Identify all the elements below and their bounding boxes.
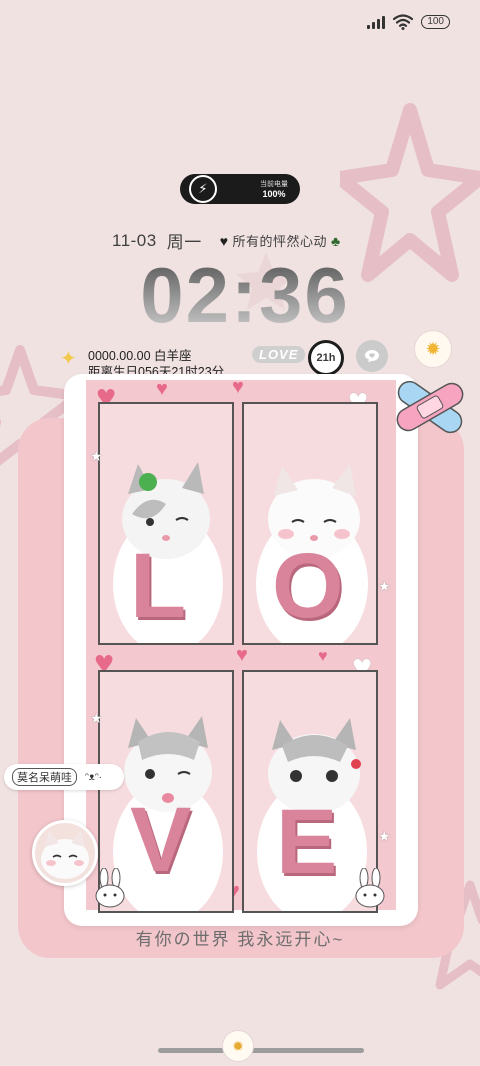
letter-v: V (130, 789, 192, 891)
status-bar: 100 (367, 14, 450, 30)
avatar[interactable] (32, 820, 98, 886)
home-indicator[interactable] (158, 1048, 364, 1053)
letter-e: E (276, 791, 338, 893)
heart-icon: ♥ (232, 376, 244, 398)
heart-icon: ♥ (236, 644, 248, 666)
sun-icon: ✹ (232, 1037, 244, 1054)
bandaid-icon (396, 380, 464, 434)
heart-icon: ♥ (318, 648, 328, 665)
bolt-icon: ⚡ (189, 175, 217, 203)
star-icon: ★ (378, 578, 391, 594)
panel-o: O (242, 402, 378, 645)
panel-l: L (98, 402, 234, 645)
caption-text: 有你の世界 我永远开心~ (135, 930, 345, 949)
wifi-icon (393, 14, 414, 30)
clover-icon: ♣ (331, 232, 341, 249)
charging-widget[interactable]: ⚡ 当前电量 100% (180, 174, 300, 204)
sparkle-icon: ✦ (60, 348, 77, 370)
date-text: 11-03 (112, 230, 157, 250)
star-icon: ★ (378, 828, 391, 844)
love-badge[interactable]: LOVE (252, 346, 306, 363)
bunny-icon (95, 868, 125, 908)
hours-ring[interactable]: 21h (308, 340, 344, 376)
photo-card[interactable]: ♥ ♥ ♥ ♥ ♥ ♥ ♥ ♥ ♥ L O (86, 376, 396, 913)
clock-time: 02:36 (120, 250, 370, 341)
letter-o: O (272, 535, 344, 637)
bunny-icon (355, 868, 385, 908)
name-chip[interactable]: 莫名呆萌哇 ᵔᴥᵔ· (4, 764, 124, 790)
letter-l: L (130, 535, 187, 637)
hours-label: 21h (316, 352, 336, 364)
name-chip-face: ᵔᴥᵔ· (85, 771, 102, 783)
mood-text: 所有的怦然心动 (232, 234, 328, 249)
cat-avatar-image (41, 831, 89, 879)
battery-level: 100 (427, 16, 444, 27)
name-chip-label: 莫名呆萌哇 (12, 768, 77, 786)
sun-button[interactable]: ✹ (414, 330, 452, 368)
charging-label: 当前电量 (260, 181, 288, 188)
home-sun-button[interactable]: ✹ (222, 1030, 254, 1062)
sun-icon: ✹ (425, 338, 441, 359)
chat-icon (365, 350, 379, 362)
heart-icon: ♥ (156, 378, 168, 400)
signal-icon (367, 15, 386, 29)
star-icon: ★ (90, 710, 103, 726)
star-icon: ★ (90, 448, 103, 464)
charging-percent: 100% (262, 189, 286, 199)
heart-icon: ♥ (219, 232, 229, 249)
chat-button[interactable] (356, 340, 388, 372)
battery-icon: 100 (421, 15, 450, 29)
